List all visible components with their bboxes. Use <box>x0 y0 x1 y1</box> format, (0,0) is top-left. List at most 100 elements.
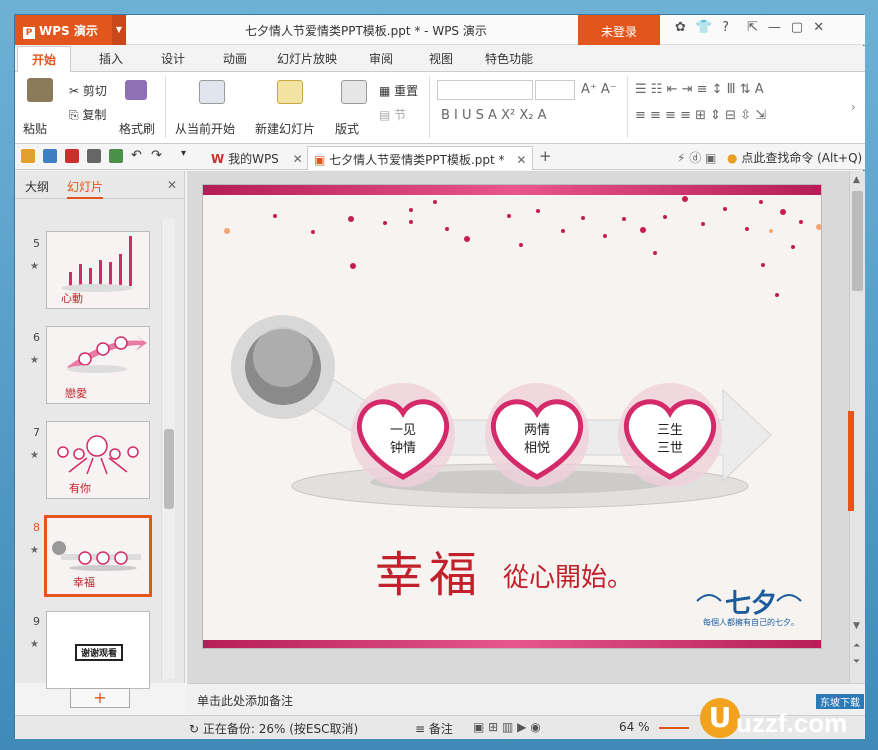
animation-star-icon: ★ <box>30 545 39 556</box>
canvas-scroll-thumb[interactable] <box>852 191 863 291</box>
heart-1-line-2: 钟情 <box>389 441 416 456</box>
customize-icon[interactable]: ▾ <box>181 148 186 159</box>
close-icon[interactable]: ✕ <box>813 20 824 35</box>
thumb-graphic <box>52 541 141 571</box>
format-painter-icon[interactable] <box>125 80 147 100</box>
undo-icon[interactable]: ↶ <box>131 148 142 163</box>
title-bar: P WPS 演示 ▼ 七夕情人节爱情类PPT模板.ppt * - WPS 演示 未… <box>15 15 865 45</box>
wps-logo-icon: P <box>23 27 35 39</box>
maximize-icon[interactable]: ▢ <box>791 20 803 35</box>
login-button[interactable]: 未登录 <box>578 15 660 45</box>
thumb-number: 6 <box>33 331 40 344</box>
shirt-icon[interactable]: 👕 <box>696 20 712 35</box>
cut-button[interactable]: ✂ 剪切 <box>69 82 107 99</box>
help-icon[interactable]: ? <box>722 20 729 35</box>
font-style-buttons[interactable]: B I U S A X² X₂ A <box>441 108 546 123</box>
align-buttons[interactable]: ≡ ≡ ≡ ≡ ⊞ ⇕ ⊟ ⇳ ⇲ <box>635 108 766 123</box>
tab-design[interactable]: 设计 <box>161 50 185 67</box>
close-panel-icon[interactable]: ✕ <box>167 178 177 192</box>
print-icon[interactable] <box>87 149 101 163</box>
tab-tools-icons[interactable]: ⚡ ⓓ ▣ <box>677 149 716 166</box>
layout-icon[interactable] <box>341 80 367 104</box>
backup-status-text: 正在备份: 26% (按ESC取消) <box>202 722 359 736</box>
notes-toggle[interactable]: ≡ 备注 <box>415 720 453 737</box>
heart-2-line-1: 两情 <box>523 423 550 438</box>
watermark-logo-icon: U <box>700 698 740 738</box>
font-size-select[interactable] <box>535 80 575 100</box>
backup-icon: ↻ <box>189 722 200 736</box>
animation-star-icon: ★ <box>30 450 39 461</box>
ribbon-expand-icon[interactable]: › <box>851 100 856 114</box>
animation-star-icon: ★ <box>30 355 39 366</box>
view-buttons[interactable]: ▣ ⊞ ▥ ▶ ◉ <box>473 720 541 734</box>
notes-placeholder[interactable]: 单击此处添加备注 <box>197 692 293 709</box>
ribbon-tabs: 开始 插入 设计 动画 幻灯片放映 审阅 视图 特色功能 <box>15 46 865 73</box>
preview-icon[interactable] <box>109 149 123 163</box>
slide-thumbnail-9[interactable]: 谢谢观看 <box>46 611 150 689</box>
pdf-icon[interactable] <box>65 149 79 163</box>
skin-icon[interactable]: ✿ <box>675 20 686 35</box>
app-menu-button[interactable]: P WPS 演示 ▼ <box>15 15 126 45</box>
copy-button[interactable]: ⎘ 复制 <box>69 106 106 123</box>
heart-3-line-2: 三世 <box>656 441 683 456</box>
add-slide-button[interactable]: + <box>70 688 130 708</box>
redo-icon[interactable]: ↷ <box>151 148 162 163</box>
slides-scrollbar[interactable] <box>161 219 175 679</box>
font-size-buttons[interactable]: A⁺ A⁻ <box>581 82 617 97</box>
search-command-label: 点此查找命令 (Alt+Q) <box>741 151 863 165</box>
current-slide[interactable]: 一见 钟情 两情 相悦 三生 三世 幸福 從心開始。 七夕 每個人都擁有自己的七夕。 <box>202 184 822 649</box>
tab-current-doc[interactable]: ▣ 七夕情人节爱情类PPT模板.ppt * ✕ <box>307 146 534 170</box>
tab-review[interactable]: 审阅 <box>369 50 393 67</box>
minimize-icon[interactable]: — <box>768 20 781 35</box>
format-painter-label[interactable]: 格式刷 <box>119 120 155 137</box>
tab-view[interactable]: 视图 <box>429 50 453 67</box>
save-icon[interactable] <box>43 149 57 163</box>
layout-label[interactable]: 版式 <box>335 120 359 137</box>
slide-thumbnail-7[interactable]: 有你 <box>46 421 150 499</box>
zoom-slider[interactable] <box>659 727 689 729</box>
cut-label: 剪切 <box>82 84 107 98</box>
tab-slides[interactable]: 幻灯片 <box>67 178 104 199</box>
close-tab-icon[interactable]: ✕ <box>293 152 303 166</box>
slideshow-from-current-icon[interactable] <box>199 80 225 104</box>
tab-my-wps[interactable]: W 我的WPS ✕ <box>205 146 309 170</box>
reset-button[interactable]: ▦ 重置 <box>379 82 418 99</box>
slides-panel-header: 大纲 幻灯片 ✕ <box>15 171 185 199</box>
tab-features[interactable]: 特色功能 <box>485 50 533 67</box>
list-buttons[interactable]: ☰ ☷ ⇤ ⇥ ≡ ↕ Ⅲ ⇅ A <box>635 82 764 97</box>
slide-thumbnail-5[interactable]: 心動 <box>46 231 150 309</box>
canvas-scrollbar[interactable]: ▲ ▼ ⏶ ⏷ <box>848 171 865 683</box>
title-controls: ✿ 👕 ? ⇱ — ▢ ✕ <box>675 20 824 35</box>
new-slide-icon[interactable] <box>277 80 303 104</box>
heart-label-3: 三生 三世 <box>655 422 685 458</box>
tab-home[interactable]: 开始 <box>17 46 72 73</box>
tab-slideshow[interactable]: 幻灯片放映 <box>277 50 337 67</box>
search-command[interactable]: ● 点此查找命令 (Alt+Q) <box>727 149 862 166</box>
new-slide-label[interactable]: 新建幻灯片 <box>255 120 315 137</box>
tab-insert[interactable]: 插入 <box>99 50 123 67</box>
font-name-select[interactable] <box>437 80 533 100</box>
window-title: 七夕情人节爱情类PPT模板.ppt * - WPS 演示 <box>245 24 487 38</box>
next-slide-icon[interactable]: ⏷ <box>853 657 860 667</box>
scroll-down-icon[interactable]: ▼ <box>853 621 860 631</box>
open-icon[interactable] <box>21 149 35 163</box>
heart-2-line-2: 相悦 <box>523 441 550 456</box>
prev-slide-icon[interactable]: ⏶ <box>853 641 860 651</box>
from-current-label[interactable]: 从当前开始 <box>175 120 235 137</box>
scroll-up-icon[interactable]: ▲ <box>853 175 860 185</box>
slide-thumbnail-6[interactable]: 戀愛 <box>46 326 150 404</box>
paste-label[interactable]: 粘贴 <box>23 120 47 137</box>
tab-outline[interactable]: 大纲 <box>25 178 49 195</box>
app-menu-chevron-icon[interactable]: ▼ <box>112 15 126 45</box>
side-pane-toggle[interactable] <box>848 411 854 511</box>
slide-thumbnail-8[interactable]: 幸福 <box>44 515 152 597</box>
tab-animation[interactable]: 动画 <box>223 50 247 67</box>
quick-access-bar: ↶ ↷ ▾ W 我的WPS ✕ ▣ 七夕情人节爱情类PPT模板.ppt * ✕ … <box>15 144 865 170</box>
paste-icon[interactable] <box>27 78 53 102</box>
new-tab-icon[interactable]: + <box>539 147 552 165</box>
slides-scroll-thumb[interactable] <box>164 429 174 509</box>
restore-icon[interactable]: ⇱ <box>747 20 758 35</box>
section-button[interactable]: ▤ 节 <box>379 106 406 123</box>
separator <box>627 76 628 138</box>
close-tab-icon[interactable]: ✕ <box>516 153 526 167</box>
